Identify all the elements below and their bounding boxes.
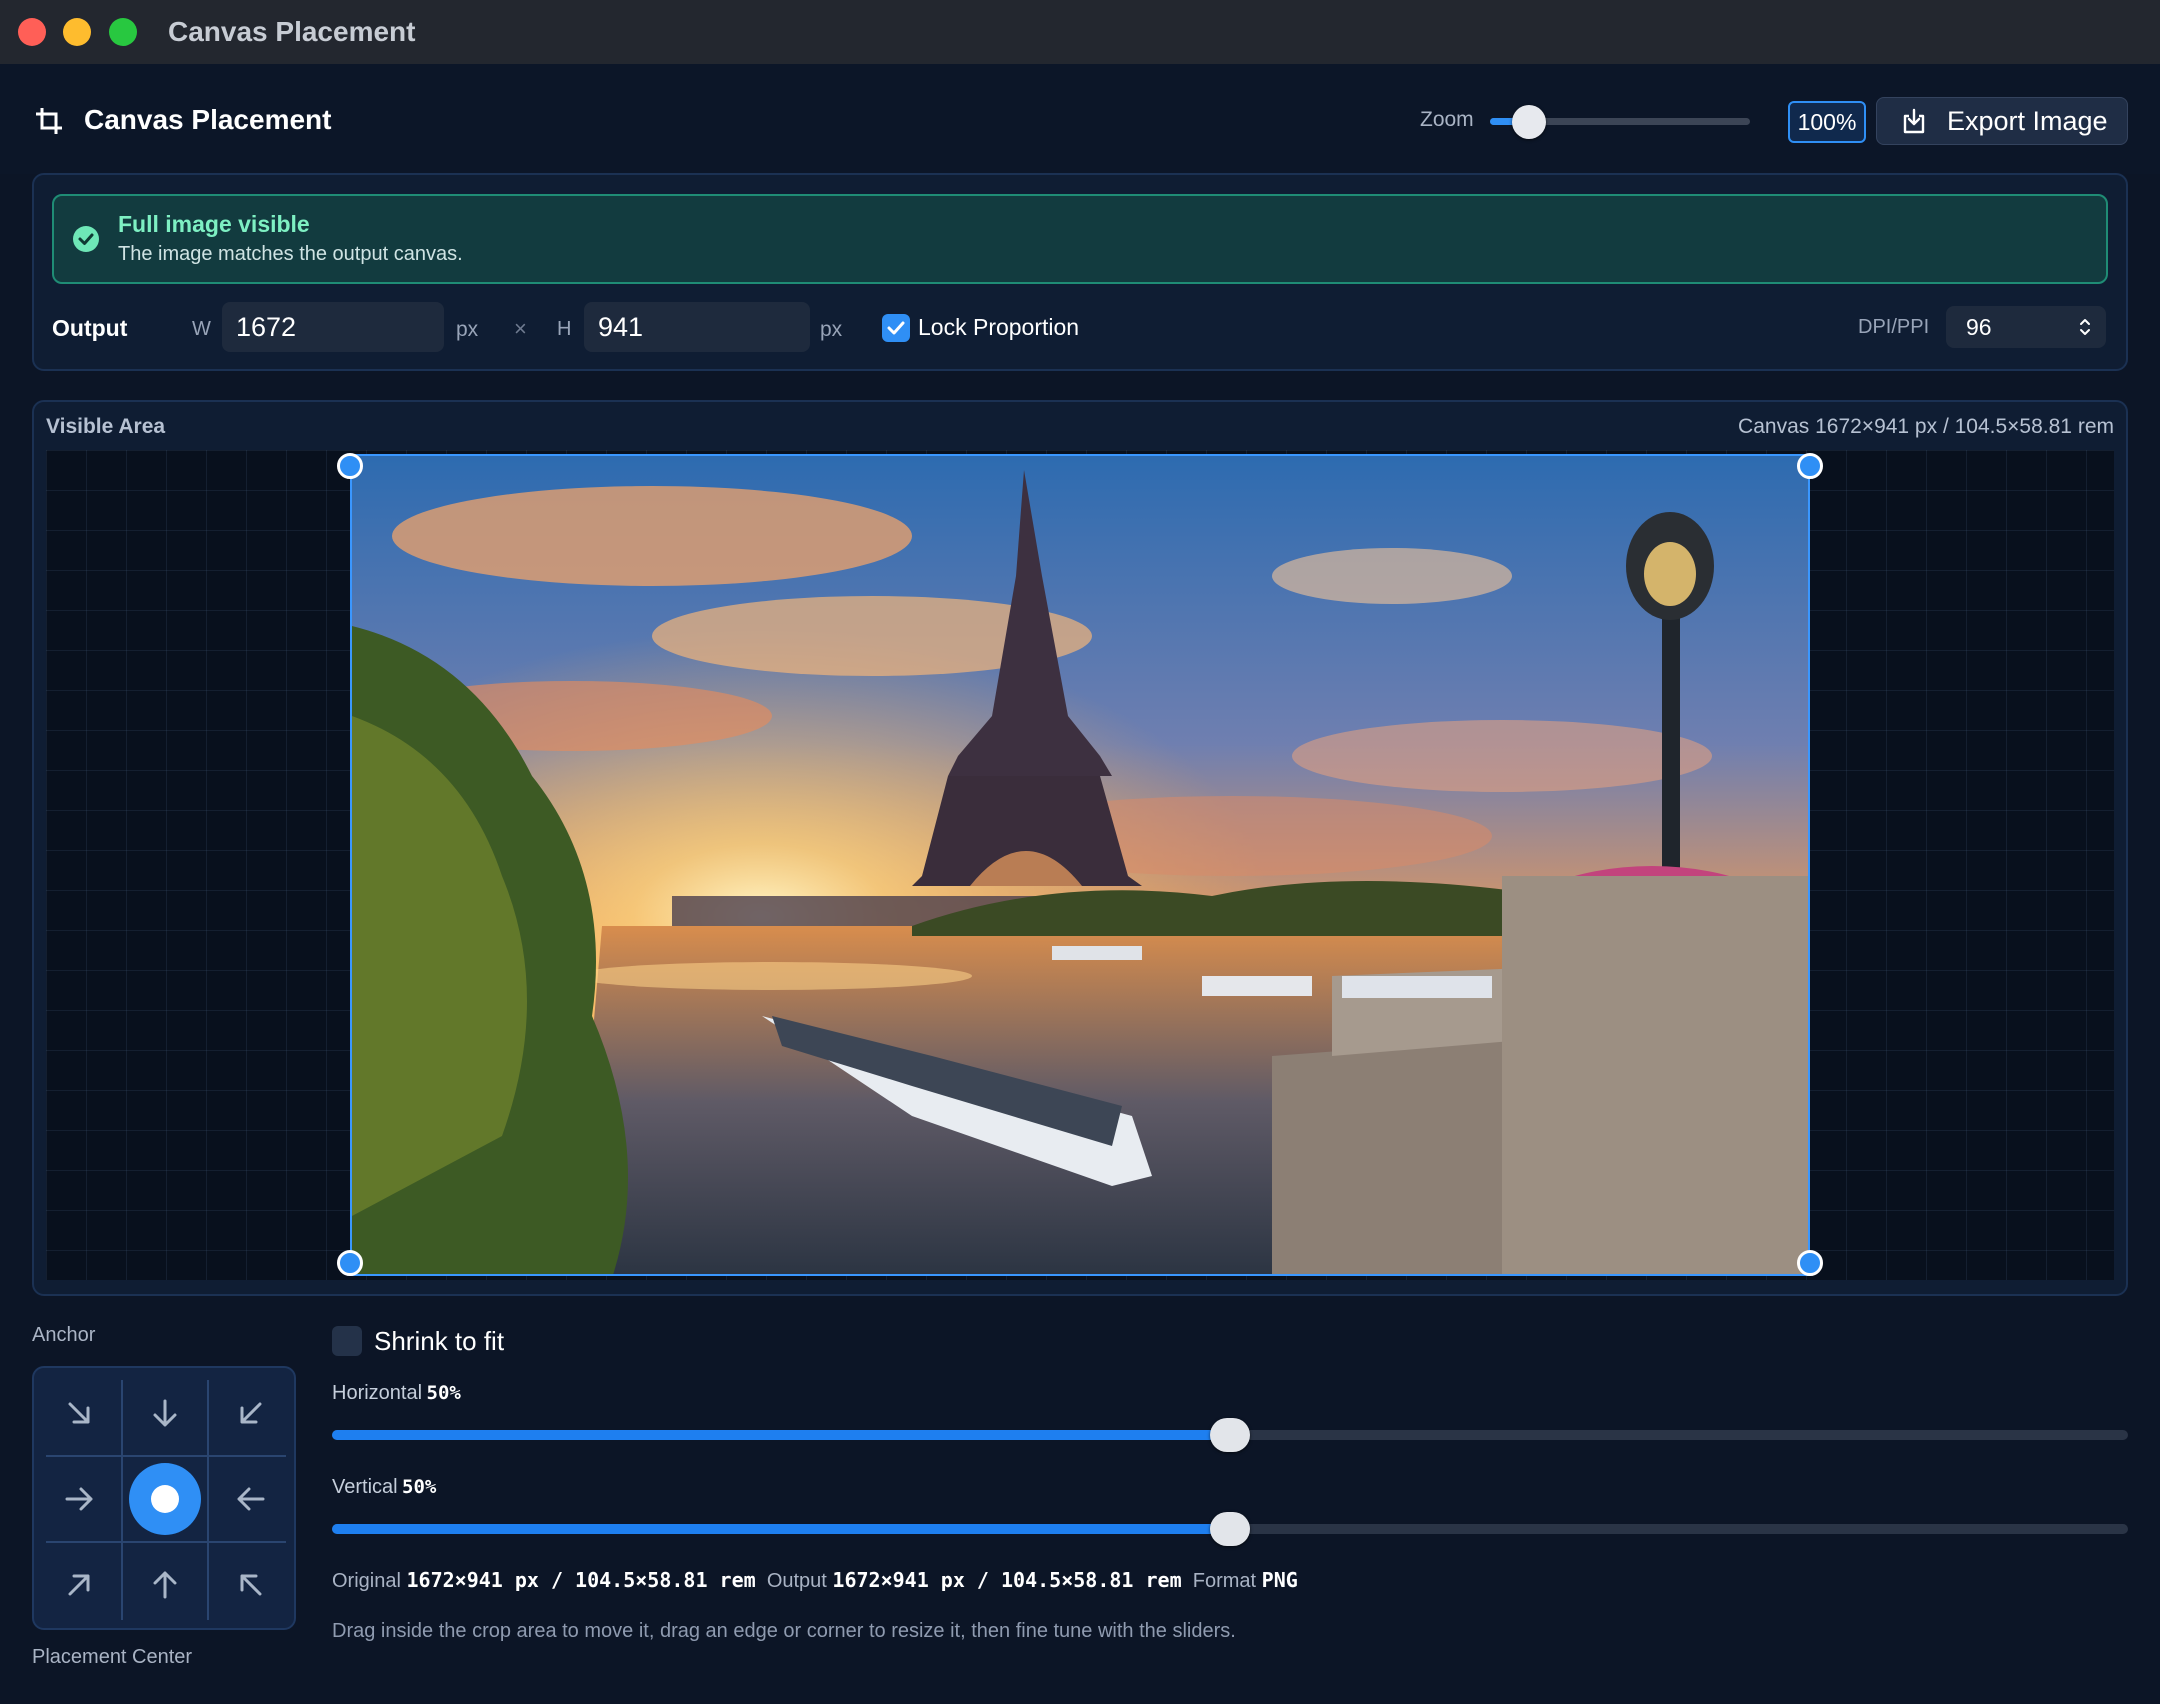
format-value: PNG [1261, 1568, 1298, 1592]
export-button-label: Export Image [1947, 105, 2108, 136]
maximize-window-button[interactable] [109, 18, 137, 46]
canvas-dimensions: Canvas 1672×941 px / 104.5×58.81 rem [1738, 415, 2114, 438]
original-label: Original [332, 1570, 401, 1592]
dpi-label: DPI/PPI [1858, 316, 1930, 338]
arrow-up-left-icon [240, 1574, 262, 1596]
horizontal-slider-label: Horizontal 50% [332, 1382, 461, 1405]
close-window-button[interactable] [18, 18, 46, 46]
crop-handle-top-right[interactable] [1797, 453, 1823, 479]
anchor-bottom-left[interactable] [36, 1542, 122, 1628]
output-info-value: 1672×941 px / 104.5×58.81 rem [832, 1568, 1182, 1592]
export-image-button[interactable]: Export Image [1876, 97, 2128, 145]
dimensions-info: Original 1672×941 px / 104.5×58.81 rem O… [332, 1568, 1298, 1593]
original-value: 1672×941 px / 104.5×58.81 rem [406, 1568, 756, 1592]
zoom-value-field[interactable]: 100% [1788, 101, 1866, 143]
arrow-down-icon [153, 1399, 177, 1427]
page-title: Canvas Placement [84, 104, 332, 135]
visible-area-label: Visible Area [46, 415, 166, 438]
crop-handle-bottom-left[interactable] [337, 1250, 363, 1276]
horizontal-label: Horizontal [332, 1382, 423, 1404]
output-info-label: Output [766, 1570, 827, 1592]
anchor-bottom[interactable] [122, 1542, 208, 1628]
crop-handle-bottom-right[interactable] [1797, 1250, 1823, 1276]
arrow-right-icon [65, 1487, 93, 1511]
anchor-right[interactable] [208, 1456, 294, 1542]
vertical-slider-thumb[interactable] [1210, 1512, 1250, 1546]
center-dot-icon [129, 1463, 201, 1535]
dpi-select[interactable]: 96 [1946, 306, 2106, 348]
horizontal-slider-fill [332, 1430, 1230, 1440]
arrow-left-icon [237, 1487, 265, 1511]
anchor-top[interactable] [122, 1370, 208, 1456]
horizontal-value: 50% [426, 1382, 461, 1404]
paris-sunset-photo [352, 456, 1808, 1274]
help-hint: Drag inside the crop area to move it, dr… [332, 1620, 1236, 1642]
anchor-top-left[interactable] [36, 1370, 122, 1456]
status-banner [52, 194, 2108, 284]
crop-area[interactable] [350, 454, 1810, 1276]
chevron-updown-icon [2080, 319, 2090, 335]
status-message: The image matches the output canvas. [118, 243, 463, 265]
arrow-up-right-icon [68, 1574, 90, 1596]
arrow-down-right-icon [68, 1402, 90, 1424]
shrink-to-fit-checkbox[interactable] [332, 1326, 362, 1356]
height-label: H [557, 318, 572, 340]
shrink-to-fit-label[interactable]: Shrink to fit [374, 1326, 504, 1357]
crop-icon [36, 108, 62, 134]
width-unit: px [456, 318, 479, 341]
horizontal-slider-thumb[interactable] [1210, 1418, 1250, 1452]
arrow-up-icon [153, 1571, 177, 1599]
output-label: Output [52, 315, 128, 341]
anchor-left[interactable] [36, 1456, 122, 1542]
format-label: Format [1192, 1570, 1257, 1592]
times-icon: × [514, 316, 527, 341]
height-input[interactable]: 941 [584, 302, 810, 352]
check-circle-icon [73, 226, 99, 252]
status-title: Full image visible [118, 211, 310, 237]
height-unit: px [820, 318, 843, 341]
vertical-value: 50% [402, 1476, 437, 1498]
anchor-label: Anchor [32, 1324, 96, 1346]
checkmark-icon [887, 321, 905, 335]
placement-caption: Placement Center [32, 1646, 193, 1668]
lock-proportion-checkbox[interactable] [882, 314, 910, 342]
export-icon [1903, 108, 1925, 134]
anchor-grid [32, 1366, 296, 1630]
vertical-label: Vertical [332, 1476, 398, 1498]
width-input[interactable]: 1672 [222, 302, 444, 352]
vertical-slider-label: Vertical 50% [332, 1476, 436, 1499]
dpi-value: 96 [1966, 313, 1992, 340]
zoom-slider-thumb[interactable] [1512, 105, 1546, 139]
arrow-down-left-icon [240, 1402, 262, 1424]
anchor-bottom-right[interactable] [208, 1542, 294, 1628]
vertical-slider-fill [332, 1524, 1230, 1534]
window-title: Canvas Placement [168, 16, 416, 47]
crop-handle-top-left[interactable] [337, 453, 363, 479]
width-label: W [192, 318, 211, 340]
minimize-window-button[interactable] [63, 18, 91, 46]
lock-proportion-label[interactable]: Lock Proportion [918, 314, 1079, 341]
anchor-top-right[interactable] [208, 1370, 294, 1456]
anchor-center[interactable] [122, 1456, 208, 1542]
zoom-label: Zoom [1420, 108, 1474, 131]
